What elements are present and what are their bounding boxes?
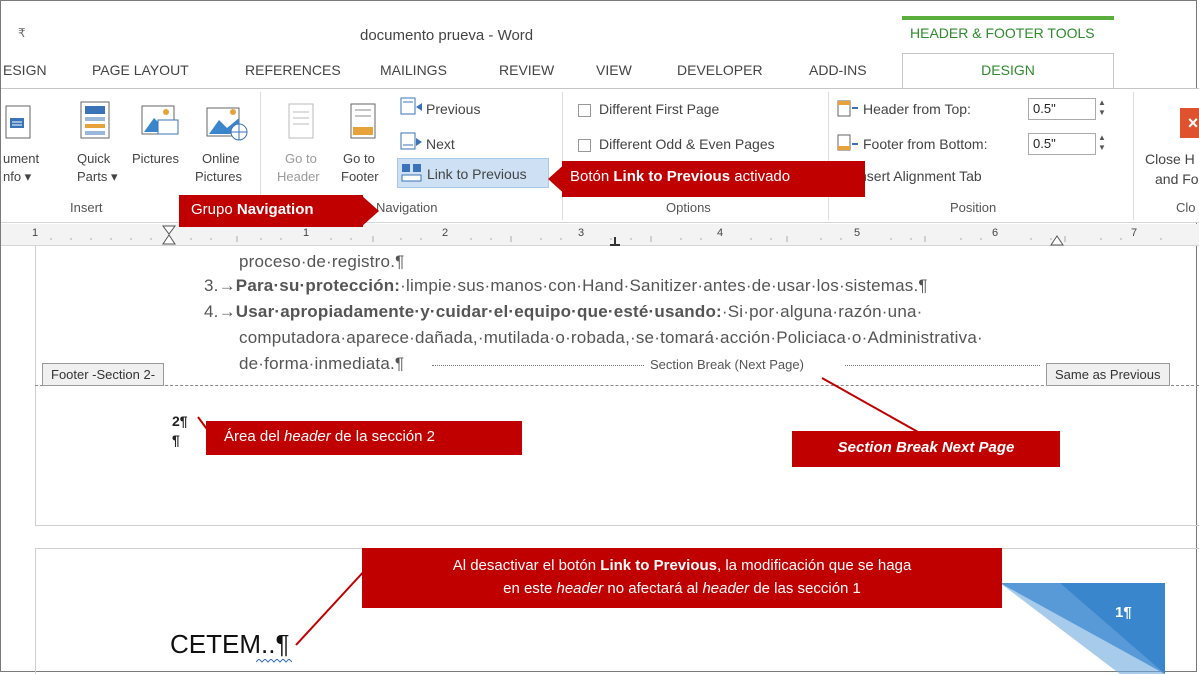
callout-text: Área del (224, 428, 285, 445)
callout-text: activado (730, 168, 791, 185)
callout-italic: header (284, 428, 331, 445)
callout-text: de las sección 1 (749, 580, 861, 597)
callout-text: Botón (570, 168, 614, 185)
callout-grupo-navigation: Grupo Navigation (179, 195, 363, 227)
callout-note-line-2: en este header no afectará al header de … (372, 577, 992, 600)
callout-bold: Navigation (236, 201, 314, 218)
callout-text: no afectará al (603, 580, 703, 597)
callout-text: Al desactivar el botón (452, 557, 601, 574)
callout-text: , la modificación que se haga (717, 557, 912, 574)
callout-note: Al desactivar el botón Link to Previous,… (362, 548, 1002, 608)
callout-bold: Link to Previous (613, 168, 731, 185)
callout-note-line-1: Al desactivar el botón Link to Previous,… (372, 554, 992, 577)
callout-text: Grupo (191, 201, 237, 218)
callout-area-header: Área del header de la sección 2 (206, 421, 522, 455)
callout-text: en este (503, 580, 557, 597)
callout-text: de la sección 2 (330, 428, 435, 445)
callout-italic: header (556, 580, 604, 597)
callout-pointer (361, 195, 379, 227)
callout-section-break: Section Break Next Page (792, 431, 1060, 467)
callout-italic: header (702, 580, 750, 597)
callout-link-to-previous: Botón Link to Previous activado (562, 161, 865, 197)
callout-bold: Link to Previous (600, 557, 717, 574)
